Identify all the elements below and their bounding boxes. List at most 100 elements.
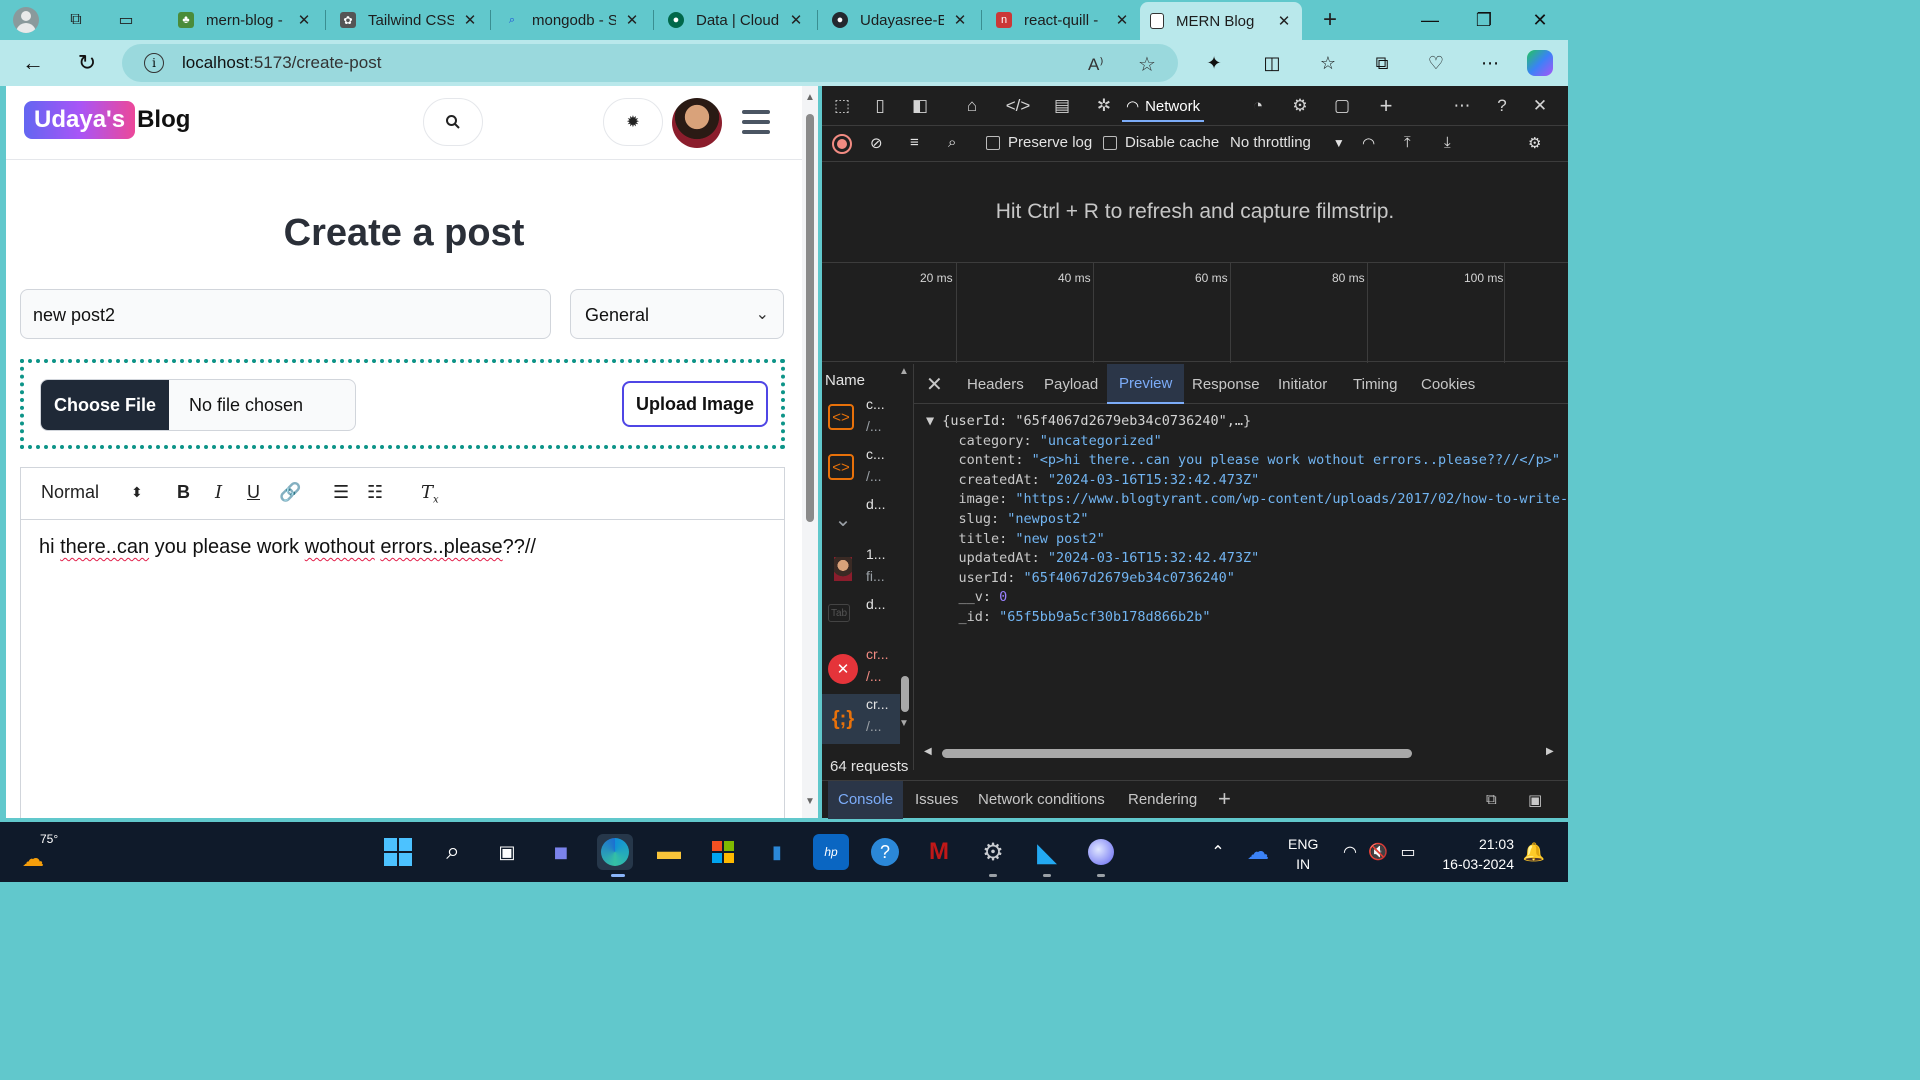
tab-preview[interactable]: Preview <box>1107 364 1185 404</box>
scroll-down-icon[interactable]: ▼ <box>805 796 815 807</box>
export-har-icon[interactable]: ⤓ <box>1444 134 1451 151</box>
close-tab-icon[interactable]: ✕ <box>1276 12 1292 30</box>
underline-icon[interactable]: U <box>247 482 260 503</box>
settings-gear-icon[interactable]: ⚙ <box>975 834 1011 870</box>
undock-drawer-icon[interactable]: ⧉ <box>1486 791 1497 808</box>
tab-actions-icon[interactable]: ▭ <box>112 6 140 34</box>
format-arrows-icon[interactable]: ⬍ <box>131 484 143 501</box>
add-drawer-tab-icon[interactable]: + <box>1218 786 1231 812</box>
tab-mongodb-cloud[interactable]: ● Data | Cloud ✕ <box>658 4 814 36</box>
title-input[interactable]: new post2 <box>20 289 551 339</box>
close-window-icon[interactable]: ✕ <box>1520 6 1560 34</box>
close-tab-icon[interactable]: ✕ <box>624 11 640 29</box>
console-icon[interactable]: ▤ <box>1050 94 1074 118</box>
bold-icon[interactable]: B <box>177 482 190 503</box>
battery-icon[interactable]: ▭ <box>1390 834 1426 870</box>
category-select[interactable]: General ⌄ <box>570 289 784 339</box>
tab-response[interactable]: Response <box>1192 376 1260 393</box>
drawer-tab-network-conditions[interactable]: Network conditions <box>978 791 1105 808</box>
request-row[interactable]: ⌄ d... <box>822 494 900 544</box>
chat-icon[interactable]: ◼ <box>543 834 579 870</box>
favorites-icon[interactable]: ☆ <box>1314 49 1342 77</box>
disable-cache-checkbox[interactable]: Disable cache <box>1103 134 1219 151</box>
request-row[interactable]: <> c.../... <box>822 394 900 444</box>
notifications-bell-icon[interactable]: 🔔 <box>1516 834 1552 870</box>
bullet-list-icon[interactable]: ☷ <box>367 482 383 503</box>
clock[interactable]: 21:03 16-03-2024 <box>1436 834 1514 874</box>
url-text[interactable]: localhost:5173/create-post <box>182 53 381 73</box>
import-har-icon[interactable]: ⤒ <box>1404 134 1411 151</box>
tab-mern-blog-active[interactable]: MERN Blog ✕ <box>1140 2 1302 40</box>
network-conditions-icon[interactable]: ◠ <box>1362 134 1375 152</box>
tab-tailwind[interactable]: ✿ Tailwind CSS ✕ <box>330 4 488 36</box>
tablet-app-icon[interactable]: ▮ <box>759 834 795 870</box>
choose-file-button[interactable]: Choose File <box>41 380 169 430</box>
application-icon[interactable]: ▢ <box>1330 94 1354 118</box>
name-column-header[interactable]: Name <box>825 372 865 389</box>
tab-initiator[interactable]: Initiator <box>1278 376 1327 393</box>
json-preview[interactable]: ▼ {userId: "65f4067d2679eb34c0736240",…}… <box>926 412 1568 628</box>
theme-toggle-button[interactable]: ✹ <box>603 98 663 146</box>
drawer-tab-issues[interactable]: Issues <box>915 791 958 808</box>
close-tab-icon[interactable]: ✕ <box>952 11 968 29</box>
browser-essentials-icon[interactable]: ♡ <box>1422 49 1450 77</box>
close-drawer-icon[interactable]: ▣ <box>1528 791 1542 809</box>
close-tab-icon[interactable]: ✕ <box>788 11 804 29</box>
language-indicator[interactable]: ENG IN <box>1288 834 1318 874</box>
microsoft-store-icon[interactable] <box>705 834 741 870</box>
task-view-icon[interactable]: ▣ <box>489 834 525 870</box>
performance-icon[interactable]: ◔ <box>1246 94 1270 118</box>
throttling-select[interactable]: No throttling ▼ <box>1230 134 1345 151</box>
inspect-element-icon[interactable]: ⬚ <box>830 94 854 118</box>
hp-app-icon[interactable]: hp <box>813 834 849 870</box>
clear-format-icon[interactable]: Tx <box>421 482 439 506</box>
search-icon[interactable]: ⌕ <box>435 834 471 870</box>
preserve-log-checkbox[interactable]: Preserve log <box>986 134 1092 151</box>
workspaces-icon[interactable]: ⧉ <box>62 6 90 34</box>
app-circle-icon[interactable] <box>1083 834 1119 870</box>
tab-github[interactable]: ● Udayasree-B ✕ <box>822 4 978 36</box>
refresh-icon[interactable]: ↻ <box>72 48 102 78</box>
sources-bug-icon[interactable]: ✲ <box>1092 94 1116 118</box>
request-list-scrollbar[interactable]: ▲ ▼ <box>898 366 912 734</box>
start-windows-icon[interactable] <box>380 834 416 870</box>
upload-image-button[interactable]: Upload Image <box>622 381 768 427</box>
avatar[interactable] <box>672 98 722 148</box>
close-tab-icon[interactable]: ✕ <box>462 11 478 29</box>
link-icon[interactable]: 🔗 <box>279 482 301 503</box>
request-row[interactable]: <> c.../... <box>822 444 900 494</box>
extensions-icon[interactable]: ✦ <box>1200 49 1228 77</box>
read-aloud-icon[interactable]: A⁾ <box>1088 55 1104 75</box>
file-explorer-icon[interactable]: ▬ <box>651 834 687 870</box>
file-input[interactable]: Choose File No file chosen <box>40 379 356 431</box>
clear-icon[interactable]: ⊘ <box>870 134 883 152</box>
weather-widget[interactable]: ☁ 75° <box>20 832 60 872</box>
preview-horizontal-scrollbar[interactable]: ◀ ▶ <box>924 746 1554 760</box>
expand-triangle-icon[interactable]: ▼ <box>926 413 942 429</box>
search-icon[interactable]: ⌕ <box>948 134 956 151</box>
collections-icon[interactable]: ⧉ <box>1368 49 1396 77</box>
tray-overflow-chevron-icon[interactable]: ⌃ <box>1200 834 1236 870</box>
split-screen-icon[interactable]: ◫ <box>1258 49 1286 77</box>
address-bar[interactable]: i localhost:5173/create-post A⁾ ☆ <box>122 44 1178 82</box>
mcafee-icon[interactable]: M <box>921 834 957 870</box>
onedrive-icon[interactable]: ☁ <box>1240 834 1276 870</box>
network-timeline[interactable]: 20 ms 40 ms 60 ms 80 ms 100 ms <box>822 262 1568 363</box>
help-icon[interactable]: ? <box>1490 94 1514 118</box>
more-menu-icon[interactable]: ⋯ <box>1476 49 1504 77</box>
copilot-icon[interactable] <box>1526 49 1554 77</box>
site-logo[interactable]: Udaya's Blog <box>24 101 190 139</box>
search-button[interactable] <box>423 98 483 146</box>
tab-cookies[interactable]: Cookies <box>1421 376 1475 393</box>
more-tools-plus-icon[interactable]: + <box>1374 93 1398 118</box>
menu-hamburger-icon[interactable] <box>742 110 770 134</box>
scrollbar-thumb[interactable] <box>806 114 814 522</box>
drawer-tab-rendering[interactable]: Rendering <box>1128 791 1197 808</box>
profile-icon[interactable] <box>12 6 40 34</box>
dock-side-icon[interactable]: ◧ <box>908 94 932 118</box>
ordered-list-icon[interactable]: ☰ <box>333 482 349 503</box>
request-row-selected[interactable]: {;} cr.../... <box>822 694 900 744</box>
tab-mern-blog-repo[interactable]: ♣ mern-blog - ✕ <box>168 4 322 36</box>
request-row[interactable]: 1... fi... <box>822 544 900 594</box>
tab-mongodb-search[interactable]: ⌕ mongodb - S ✕ <box>494 4 650 36</box>
